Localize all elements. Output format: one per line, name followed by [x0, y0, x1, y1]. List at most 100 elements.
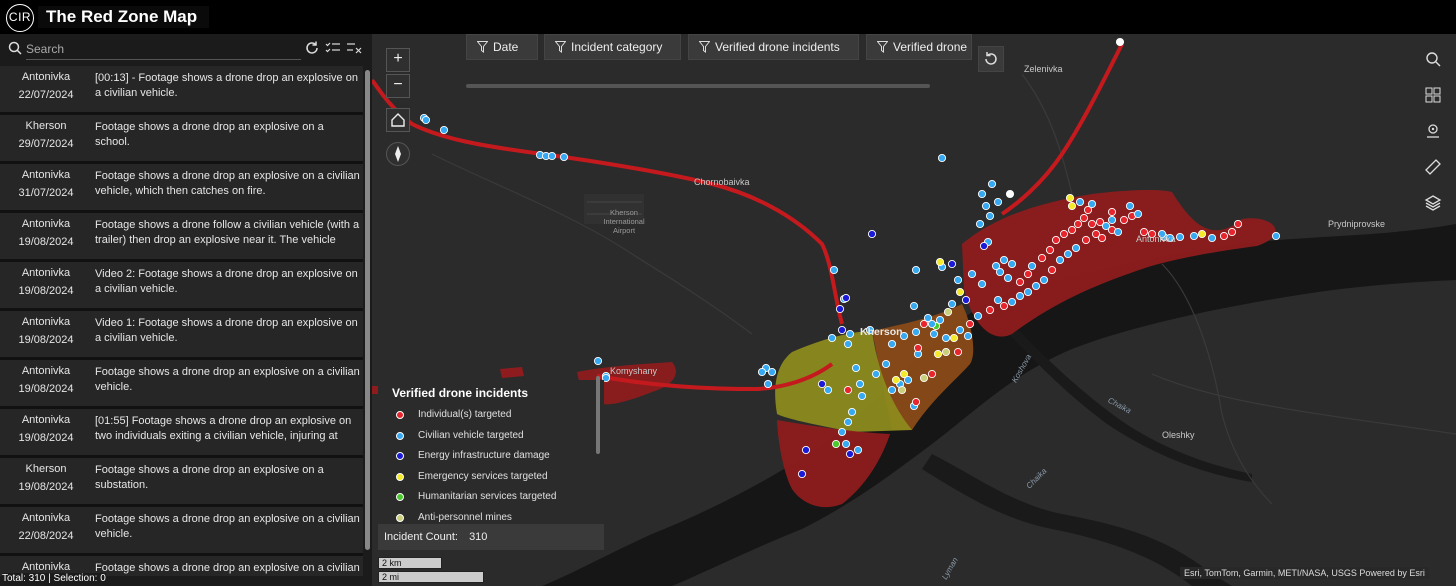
incident-point[interactable]	[1087, 219, 1097, 229]
list-item[interactable]: Kherson 19/08/2024 Footage shows a drone d…	[0, 458, 363, 507]
incident-point[interactable]	[1007, 297, 1017, 307]
incident-point[interactable]	[757, 367, 767, 377]
incident-point[interactable]	[841, 293, 851, 303]
incident-point[interactable]	[891, 375, 901, 385]
incident-point[interactable]	[967, 269, 977, 279]
incident-point[interactable]	[847, 407, 857, 417]
incident-point[interactable]	[927, 369, 937, 379]
incident-point[interactable]	[947, 259, 957, 269]
map-view[interactable]: Zelenivka Chornobaivka Kherson Internati…	[372, 34, 1456, 586]
incident-point[interactable]	[439, 125, 449, 135]
incident-point[interactable]	[843, 339, 853, 349]
list-scrollbar[interactable]	[365, 70, 370, 550]
incident-point[interactable]	[1037, 253, 1047, 263]
incident-point[interactable]	[985, 211, 995, 221]
filter-incident-category[interactable]: Incident category	[544, 34, 681, 60]
incident-point[interactable]	[1113, 227, 1123, 237]
list-item[interactable]: Kherson 29/07/2024 Footage shows a drone d…	[0, 115, 363, 164]
incident-point[interactable]	[797, 469, 807, 479]
incident-point[interactable]	[953, 347, 963, 357]
list-item[interactable]: Antonivka 19/08/2024 Footage shows a drone…	[0, 360, 363, 409]
list-item[interactable]: Antonivka 22/08/2024 Footage shows a drone…	[0, 507, 363, 556]
clear-selection-icon[interactable]	[346, 40, 362, 56]
incident-point[interactable]	[903, 375, 913, 385]
incident-point[interactable]	[855, 379, 865, 389]
incident-point[interactable]	[1023, 269, 1033, 279]
incident-point[interactable]	[897, 385, 907, 395]
incident-point[interactable]	[941, 347, 951, 357]
incident-point[interactable]	[881, 359, 891, 369]
incident-point[interactable]	[949, 333, 959, 343]
incident-point[interactable]	[829, 265, 839, 275]
incident-point[interactable]	[993, 295, 1003, 305]
incident-point[interactable]	[1051, 235, 1061, 245]
incident-point[interactable]	[1015, 277, 1025, 287]
incident-point[interactable]	[887, 385, 897, 395]
incident-point[interactable]	[1003, 273, 1013, 283]
legend-scrollbar[interactable]	[596, 376, 600, 454]
incident-point[interactable]	[1119, 215, 1129, 225]
incident-point[interactable]	[919, 373, 929, 383]
incident-point[interactable]	[867, 229, 877, 239]
incident-point[interactable]	[817, 379, 827, 389]
incident-point[interactable]	[559, 152, 569, 162]
incident-point[interactable]	[1219, 231, 1229, 241]
incident-point[interactable]	[851, 363, 861, 373]
incident-point[interactable]	[857, 391, 867, 401]
incident-point[interactable]	[837, 427, 847, 437]
incident-point[interactable]	[843, 385, 853, 395]
incident-point[interactable]	[1027, 261, 1037, 271]
incident-point[interactable]	[1097, 233, 1107, 243]
layers-icon[interactable]	[1422, 192, 1444, 214]
incident-point[interactable]	[927, 319, 937, 329]
zoom-in-button[interactable]: +	[386, 48, 410, 72]
incident-point[interactable]	[1081, 235, 1091, 245]
incident-point[interactable]	[963, 331, 973, 341]
incident-point[interactable]	[843, 417, 853, 427]
zoom-out-button[interactable]: −	[386, 74, 410, 98]
incident-point[interactable]	[1087, 199, 1097, 209]
incident-point[interactable]	[911, 265, 921, 275]
incident-point[interactable]	[973, 311, 983, 321]
incident-point[interactable]	[841, 439, 851, 449]
incident-point[interactable]	[953, 275, 963, 285]
basemap-gallery-icon[interactable]	[1422, 84, 1444, 106]
compass-button[interactable]	[386, 142, 410, 166]
list-item[interactable]: Antonivka 19/08/2024 [01:55] Footage shows…	[0, 409, 363, 458]
incident-point[interactable]	[929, 329, 939, 339]
incident-point[interactable]	[999, 301, 1009, 311]
incident-point[interactable]	[767, 367, 777, 377]
incident-point[interactable]	[977, 279, 987, 289]
incident-point[interactable]	[1073, 219, 1083, 229]
incident-point[interactable]	[937, 153, 947, 163]
incident-point[interactable]	[979, 241, 989, 251]
incident-point[interactable]	[987, 179, 997, 189]
incident-point[interactable]	[1065, 193, 1075, 203]
incident-point[interactable]	[421, 115, 431, 125]
list-item[interactable]: Antonivka 19/08/2024 Video 1: Footage show…	[0, 311, 363, 360]
incident-point[interactable]	[1189, 231, 1199, 241]
incident-point[interactable]	[909, 301, 919, 311]
list-item[interactable]: Antonivka 31/07/2024 Footage shows a drone…	[0, 164, 363, 213]
refresh-icon[interactable]	[304, 40, 320, 56]
incident-point[interactable]	[993, 197, 1003, 207]
search-input[interactable]	[26, 38, 301, 60]
incident-point[interactable]	[1007, 259, 1017, 269]
incident-point[interactable]	[1271, 231, 1281, 241]
incident-point[interactable]	[911, 397, 921, 407]
incident-point[interactable]	[845, 449, 855, 459]
incident-point[interactable]	[853, 445, 863, 455]
incident-point[interactable]	[1063, 249, 1073, 259]
incident-point[interactable]	[943, 307, 953, 317]
incident-point[interactable]	[547, 151, 557, 161]
incident-point[interactable]	[935, 257, 945, 267]
incident-point[interactable]	[845, 329, 855, 339]
incident-point[interactable]	[913, 343, 923, 353]
incident-point[interactable]	[941, 333, 951, 343]
incident-point[interactable]	[1175, 232, 1185, 242]
incident-point[interactable]	[977, 189, 987, 199]
incident-point[interactable]	[831, 439, 841, 449]
incident-point[interactable]	[837, 325, 847, 335]
incident-point[interactable]	[1067, 201, 1077, 211]
incident-point[interactable]	[981, 201, 991, 211]
